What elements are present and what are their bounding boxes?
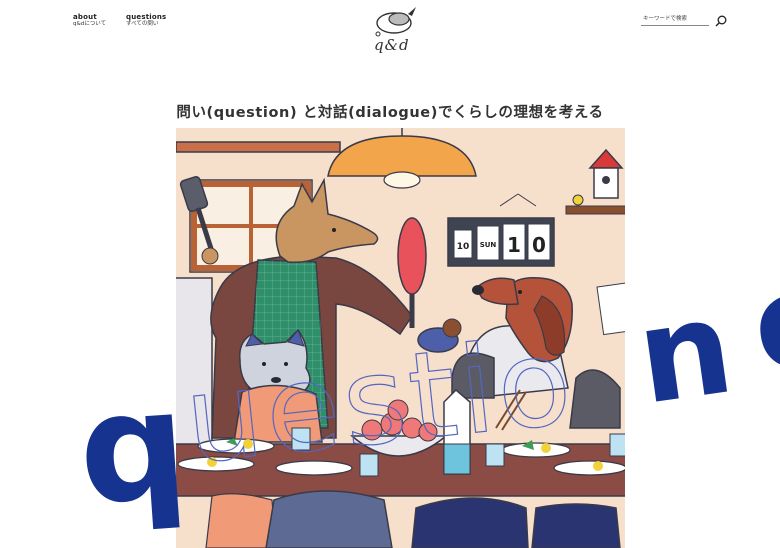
nav-about-sublabel: q&dについて [73, 21, 107, 27]
logo-bubbles-icon [375, 7, 416, 37]
search-form [641, 13, 731, 27]
calendar-month: 10 [457, 242, 470, 252]
svg-text:n: n [629, 270, 742, 433]
logo-wordmark: q&d [374, 36, 410, 54]
nav-about-label: about [73, 13, 97, 21]
nav-questions-link[interactable]: questions すべての問い [126, 13, 166, 28]
nav-about-link[interactable]: about q&dについて [73, 13, 106, 28]
calendar-weekday: SUN [480, 241, 497, 249]
site-logo[interactable]: q&d [372, 4, 424, 60]
svg-text:e: e [743, 240, 780, 403]
calendar-day-tens: 1 [507, 233, 521, 257]
nav-questions-label: questions [126, 13, 167, 21]
nav-questions-sublabel: すべての問い [126, 21, 159, 27]
hero-illustration: 10 SUN 1 0 [176, 128, 625, 548]
kitchen-illustration: 10 SUN 1 0 [176, 128, 625, 548]
search-icon[interactable] [714, 13, 728, 27]
page-title: 問い(question) と対話(dialogue)でくらしの理想を考える [176, 105, 604, 121]
calendar-day-ones: 0 [532, 233, 546, 257]
search-input[interactable] [641, 13, 709, 26]
svg-text:q: q [73, 358, 192, 539]
site-header: about q&dについて questions すべての問い q&d [0, 0, 780, 70]
